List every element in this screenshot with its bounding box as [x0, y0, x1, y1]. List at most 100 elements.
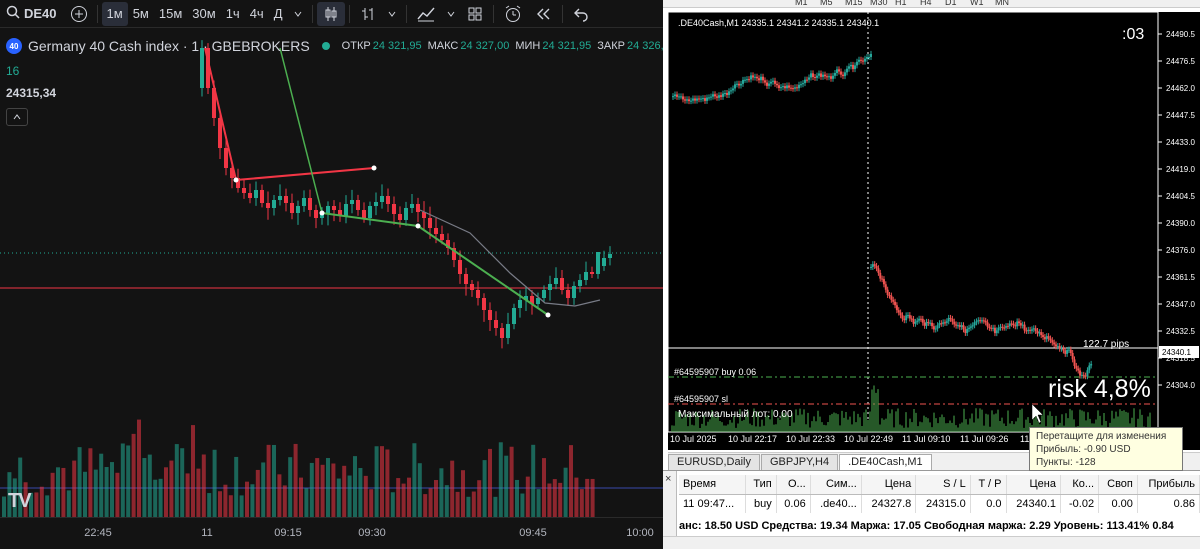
- volume-bar: [104, 467, 109, 517]
- time-axis-label: 22:45: [84, 527, 112, 539]
- replay-button[interactable]: [528, 2, 558, 26]
- mt-timeframe-button[interactable]: MN: [995, 0, 1009, 7]
- chevron-down-icon: [387, 9, 397, 19]
- symbol-title[interactable]: Germany 40 Cash index · 1 · GBEBROKERS: [28, 38, 310, 54]
- candle-body: [700, 98, 702, 100]
- layout-button[interactable]: [461, 2, 489, 26]
- search-icon: [6, 5, 20, 22]
- candle-body: [842, 74, 844, 77]
- column-header[interactable]: S / L: [915, 475, 971, 495]
- candle-body: [921, 318, 924, 323]
- chart-tab[interactable]: EURUSD,Daily: [668, 454, 760, 470]
- risk-label: risk 4,8%: [1048, 375, 1151, 403]
- candle-body: [864, 58, 866, 62]
- chart-tab[interactable]: .DE40Cash,M1: [839, 454, 932, 470]
- candle-body: [278, 196, 282, 200]
- price-axis-label: 24347.0: [1166, 300, 1195, 309]
- indicators-dropdown[interactable]: [441, 2, 461, 26]
- candle-body: [686, 99, 688, 101]
- candle-body: [1062, 348, 1065, 351]
- candle-body: [1025, 330, 1028, 332]
- volume-bar: [93, 469, 98, 517]
- candle-body: [1021, 324, 1024, 326]
- volume-bar: [439, 468, 444, 517]
- candle-body: [738, 83, 740, 86]
- mt-timeframe-button[interactable]: W1: [970, 0, 984, 7]
- column-header[interactable]: Сим...: [810, 475, 862, 495]
- tv-price-chart[interactable]: [0, 28, 663, 517]
- table-cell: 0.0: [970, 494, 1007, 513]
- timeframe-button[interactable]: 15м: [154, 2, 187, 26]
- mt-timeframe-button[interactable]: M30: [870, 0, 888, 7]
- volume-bar: [347, 475, 352, 517]
- candle-body: [1056, 345, 1059, 347]
- alert-button[interactable]: [498, 2, 528, 26]
- column-header[interactable]: Цена: [861, 475, 917, 495]
- chart-type-dropdown[interactable]: [382, 2, 402, 26]
- volume-bar: [401, 483, 406, 517]
- add-symbol-button[interactable]: [65, 2, 93, 26]
- symbol-search[interactable]: DE40: [0, 5, 65, 22]
- volume-bar: [304, 488, 309, 517]
- candle-body: [254, 190, 258, 198]
- candle-body: [548, 284, 552, 290]
- column-header[interactable]: Время: [679, 475, 747, 495]
- volume-bar: [466, 496, 471, 517]
- mt-timeframe-button[interactable]: M1: [795, 0, 808, 7]
- collapse-legend-button[interactable]: [6, 108, 28, 126]
- stop-loss-label[interactable]: #64595907 sl: [674, 394, 728, 404]
- price-value: 24315,34: [6, 86, 57, 100]
- column-header[interactable]: Своп: [1098, 475, 1138, 495]
- column-header[interactable]: T / P: [970, 475, 1007, 495]
- candle-body: [968, 327, 971, 329]
- candle-body: [690, 100, 692, 102]
- rewind-icon: [533, 5, 553, 23]
- candle-body: [602, 258, 606, 266]
- mt-timeframe-button[interactable]: H1: [895, 0, 907, 7]
- volume-bar: [228, 495, 233, 517]
- timeframe-button[interactable]: 30м: [187, 2, 220, 26]
- mt-timeframe-button[interactable]: M15: [845, 0, 863, 7]
- indicators-button[interactable]: [354, 2, 382, 26]
- column-header[interactable]: Цена: [1006, 475, 1062, 495]
- mt-timeframe-button[interactable]: M5: [820, 0, 833, 7]
- candle-body: [992, 327, 995, 329]
- timeframe-button[interactable]: Д: [269, 2, 288, 26]
- chart-tab[interactable]: GBPJPY,H4: [760, 454, 839, 470]
- close-icon[interactable]: ×: [665, 473, 671, 485]
- mt-timeframe-button[interactable]: D1: [945, 0, 957, 7]
- candle-body: [846, 68, 848, 73]
- timeframe-button[interactable]: 1м: [101, 1, 128, 26]
- candles-chart-button[interactable]: [316, 1, 345, 26]
- table-cell: 0.06: [776, 494, 811, 513]
- candle-body: [590, 272, 594, 274]
- candle-body: [740, 83, 742, 86]
- candle-timer: :03: [1122, 26, 1145, 43]
- volume-bar: [2, 496, 6, 517]
- candle-body: [572, 286, 576, 298]
- candle-body: [434, 228, 438, 234]
- column-header[interactable]: Ко...: [1060, 475, 1100, 495]
- column-header[interactable]: Прибыль: [1137, 475, 1200, 495]
- timeframe-button[interactable]: 5м: [128, 2, 154, 26]
- table-cell: 0.86: [1137, 494, 1200, 513]
- timeframe-button[interactable]: 4ч: [245, 2, 269, 26]
- volume-bar: [369, 489, 374, 517]
- buy-order-label[interactable]: #64595907 buy 0.06: [674, 367, 756, 377]
- indicators-fx-button[interactable]: [411, 2, 441, 26]
- volume-bar: [536, 489, 541, 517]
- candle-body: [750, 75, 752, 80]
- table-row[interactable]: 11 09:47... buy 0.06 .de40... 24327.8 24315.0…: [679, 494, 1200, 513]
- column-header[interactable]: Тип: [745, 475, 777, 495]
- mt-chart-area[interactable]: 24490.5 24476.5 24462.0 24447.5 24433.0 24419…: [668, 12, 1200, 450]
- volume-bar: [336, 478, 341, 517]
- column-header[interactable]: О...: [776, 475, 811, 495]
- volume-bar: [363, 475, 368, 517]
- undo-button[interactable]: [567, 2, 595, 26]
- mt-time-axis-label: 11 Jul 09:26: [960, 434, 1009, 444]
- timeframe-dropdown[interactable]: [288, 2, 308, 26]
- timeframe-button[interactable]: 1ч: [221, 2, 245, 26]
- mt-timeframe-button[interactable]: H4: [920, 0, 932, 7]
- volume-bar: [34, 492, 39, 517]
- candle-body: [308, 198, 312, 210]
